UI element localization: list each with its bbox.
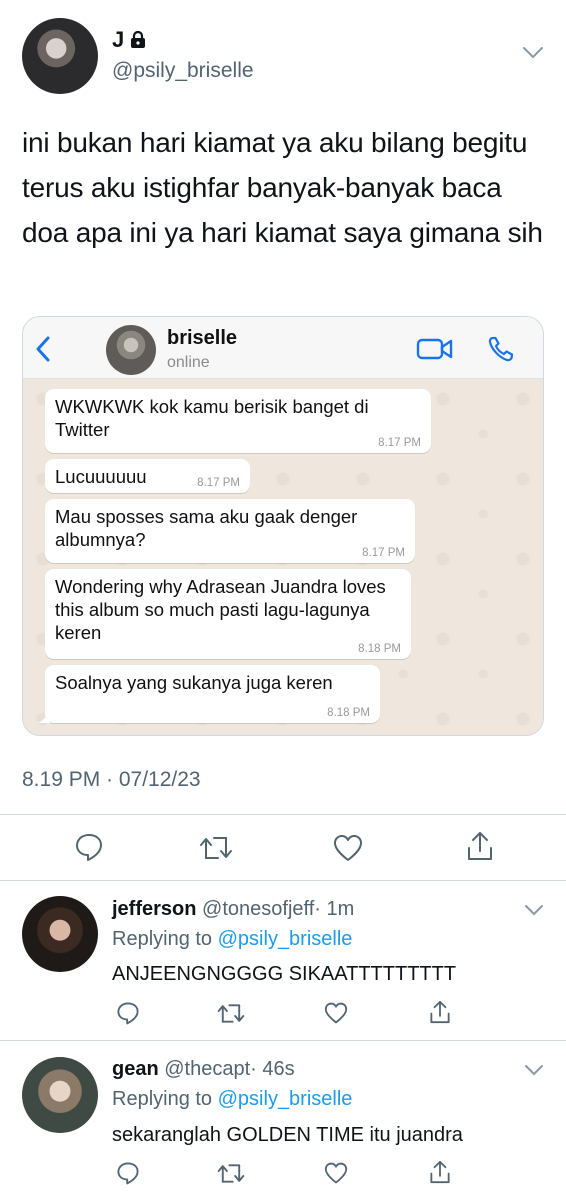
replying-to-handle[interactable]: @psily_briselle bbox=[218, 1088, 353, 1110]
retweet-icon[interactable] bbox=[198, 834, 234, 862]
chat-message-time: 8.17 PM bbox=[362, 547, 405, 559]
chat-message: Lucuuuuuu 8.17 PM bbox=[45, 459, 250, 493]
bubble-tail bbox=[38, 711, 50, 723]
like-icon[interactable] bbox=[324, 1002, 348, 1024]
reply-author-name[interactable]: gean bbox=[112, 1058, 159, 1080]
reply-age: · 46s bbox=[250, 1058, 295, 1080]
chat-message-time: 8.18 PM bbox=[327, 707, 370, 719]
chevron-down-icon[interactable] bbox=[522, 46, 544, 60]
replying-to: Replying to @psily_briselle bbox=[112, 928, 352, 951]
chat-message: Mau sposses sama aku gaak denger albumny… bbox=[45, 499, 415, 563]
back-chevron-icon bbox=[36, 336, 50, 362]
reply-age: · 1m bbox=[314, 898, 355, 920]
chat-message-text: WKWKWK kok kamu berisik banget di Twitte… bbox=[55, 396, 369, 440]
reply-author-handle[interactable]: @thecapt bbox=[164, 1058, 250, 1080]
attached-image[interactable]: briselle online WKWKWK kok kamu berisik … bbox=[22, 316, 544, 736]
reply-header: gean @thecapt· 46s bbox=[112, 1058, 295, 1081]
replying-to-label: Replying to bbox=[112, 928, 213, 950]
replying-to: Replying to @psily_briselle bbox=[112, 1088, 352, 1111]
lock-icon bbox=[131, 31, 146, 48]
like-icon[interactable] bbox=[324, 1162, 348, 1184]
chat-messages: WKWKWK kok kamu berisik banget di Twitte… bbox=[23, 379, 543, 735]
reply-text: ANJEENGNGGGG SIKAATTTTTTTTT bbox=[112, 963, 457, 985]
chat-header: briselle online bbox=[23, 317, 543, 379]
tweet-text: ini bukan hari kiamat ya aku bilang begi… bbox=[22, 127, 543, 248]
reply-icon[interactable] bbox=[74, 832, 104, 862]
chevron-down-icon[interactable] bbox=[524, 904, 544, 916]
reply-icon[interactable] bbox=[116, 1161, 140, 1185]
chat-message-text: Wondering why Adrasean Juandra loves thi… bbox=[55, 576, 386, 643]
chat-message-time: 8.17 PM bbox=[378, 437, 421, 449]
chat-message-text: Soalnya yang sukanya juga keren bbox=[55, 672, 333, 693]
replying-to-label: Replying to bbox=[112, 1088, 213, 1110]
reply-header: jefferson @tonesofjeff· 1m bbox=[112, 898, 354, 921]
divider bbox=[0, 1040, 566, 1041]
share-icon[interactable] bbox=[466, 830, 494, 862]
author-name[interactable]: J bbox=[112, 27, 146, 53]
chat-message-time: 8.17 PM bbox=[197, 477, 240, 489]
chat-message: Wondering why Adrasean Juandra loves thi… bbox=[45, 569, 411, 659]
like-icon[interactable] bbox=[333, 834, 363, 862]
chat-contact-avatar bbox=[106, 325, 156, 375]
divider bbox=[0, 880, 566, 881]
chat-message: WKWKWK kok kamu berisik banget di Twitte… bbox=[45, 389, 431, 453]
replying-to-handle[interactable]: @psily_briselle bbox=[218, 928, 353, 950]
reply-avatar[interactable] bbox=[22, 896, 98, 972]
author-avatar[interactable] bbox=[22, 18, 98, 94]
reply-author-name[interactable]: jefferson bbox=[112, 898, 196, 920]
author-handle[interactable]: @psily_briselle bbox=[112, 59, 254, 83]
chevron-down-icon[interactable] bbox=[524, 1064, 544, 1076]
chat-message-time: 8.18 PM bbox=[358, 643, 401, 655]
divider bbox=[0, 814, 566, 815]
reply-text: sekaranglah GOLDEN TIME itu juandra bbox=[112, 1124, 463, 1146]
share-icon[interactable] bbox=[429, 1159, 451, 1185]
retweet-icon[interactable] bbox=[216, 1162, 246, 1185]
share-icon[interactable] bbox=[429, 999, 451, 1025]
reply-author-handle[interactable]: @tonesofjeff bbox=[202, 898, 314, 920]
retweet-icon[interactable] bbox=[216, 1002, 246, 1025]
reply-avatar[interactable] bbox=[22, 1057, 98, 1133]
video-call-icon bbox=[416, 338, 453, 360]
reply-icon[interactable] bbox=[116, 1001, 140, 1025]
chat-contact-status: online bbox=[167, 354, 210, 371]
chat-contact-name: briselle bbox=[167, 327, 238, 349]
phone-call-icon bbox=[488, 336, 514, 362]
tweet-timestamp[interactable]: 8.19 PM · 07/12/23 bbox=[22, 768, 201, 792]
author-display-name: J bbox=[112, 27, 125, 52]
chat-message-text: Mau sposses sama aku gaak denger albumny… bbox=[55, 506, 358, 550]
chat-message: Soalnya yang sukanya juga keren 8.18 PM bbox=[38, 665, 380, 723]
